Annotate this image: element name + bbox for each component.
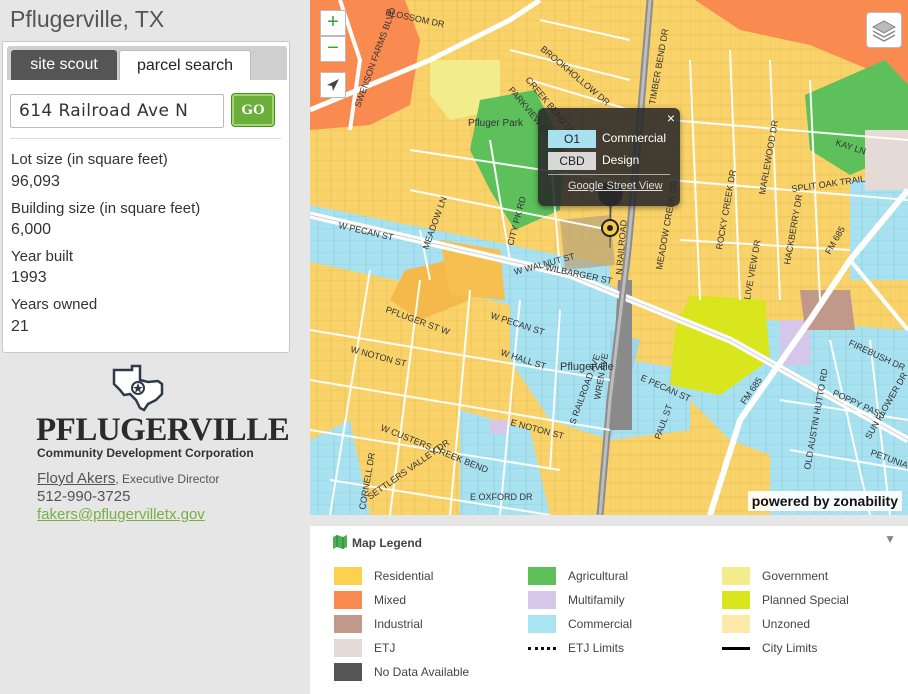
legend-label: Unzoned [762, 617, 811, 631]
legend-label: Planned Special [762, 593, 849, 607]
navigation-arrow-icon [327, 79, 339, 91]
legend-label: Government [762, 569, 829, 583]
map-canvas: Pfluger Park Pflugerville W PECAN ST W P… [310, 0, 908, 515]
divider [548, 174, 670, 175]
years-owned-label: Years owned [11, 296, 98, 313]
divider [10, 138, 281, 139]
tab-site-scout[interactable]: site scout [11, 50, 117, 80]
tab-bar: site scout parcel search [7, 46, 287, 80]
zone-name: Commercial [602, 131, 667, 145]
legend-swatch [722, 591, 750, 609]
contact-line: Floyd Akers, Executive Director [37, 470, 220, 487]
legend-label: Commercial [568, 617, 633, 631]
legend-label: Mixed [374, 593, 407, 607]
building-size-label: Building size (in square feet) [11, 200, 201, 217]
legend-label: Industrial [374, 617, 423, 631]
lot-size-value: 96,093 [11, 173, 60, 190]
legend-swatch [528, 647, 556, 650]
contact-phone: 512-990-3725 [37, 488, 131, 505]
org-logo-text: PFLUGERVILLE [36, 412, 290, 448]
layers-icon [871, 20, 897, 42]
locate-button[interactable] [320, 72, 346, 98]
powered-by-text[interactable]: powered by zonability [747, 491, 902, 511]
legend-swatch [528, 567, 556, 585]
contact-name[interactable]: Floyd Akers [37, 470, 115, 487]
legend-title: Map Legend [352, 536, 423, 550]
map-icon [333, 535, 347, 549]
legend-swatch [334, 567, 362, 585]
map-label-pfluger-park: Pfluger Park [468, 118, 524, 129]
building-size-value: 6,000 [11, 221, 52, 238]
legend-label: ETJ [374, 641, 396, 655]
legend-swatch [334, 615, 362, 633]
lot-size-label: Lot size (in square feet) [11, 151, 168, 168]
legend-swatch [722, 567, 750, 585]
legend-label: Residential [374, 569, 434, 583]
legend-label: Multifamily [568, 593, 625, 607]
year-built-label: Year built [11, 248, 73, 265]
zone-name: Design [602, 153, 640, 167]
legend-swatch [722, 615, 750, 633]
legend-label: ETJ Limits [568, 641, 625, 655]
org-subtitle: Community Development Corporation [37, 446, 254, 460]
legend-swatch [528, 615, 556, 633]
zoning-map[interactable]: Pfluger Park Pflugerville W PECAN ST W P… [310, 0, 908, 515]
street-view-link[interactable]: Google Street View [568, 180, 663, 192]
legend-swatch [528, 591, 556, 609]
go-button[interactable]: GO [232, 94, 274, 126]
zoom-out-button[interactable]: − [320, 36, 346, 62]
search-panel: site scout parcel search GO Lot size (in… [2, 41, 290, 353]
map-label-e-oxford: E OXFORD DR [470, 492, 533, 502]
legend-swatch [334, 663, 362, 681]
zone-code-badge: O1 [548, 130, 596, 148]
legend-swatch [334, 591, 362, 609]
contact-role: Executive Director [122, 472, 220, 486]
year-built-value: 1993 [11, 269, 47, 286]
texas-logo-icon [112, 364, 164, 412]
collapse-caret-icon[interactable]: ▼ [884, 532, 896, 546]
map-legend: Map Legend ▼ Residential Agricultural Gove… [310, 526, 908, 694]
zone-popup: × O1 Commercial CBD Design Google Street… [538, 108, 680, 206]
legend-label: City Limits [762, 641, 818, 655]
contact-email-link[interactable]: fakers@pflugervilletx.gov [37, 506, 205, 523]
zone-code-badge: CBD [548, 152, 596, 170]
legend-label: No Data Available [374, 665, 470, 679]
legend-label: Agricultural [568, 569, 629, 583]
tab-parcel-search[interactable]: parcel search [119, 50, 251, 80]
zoom-in-button[interactable]: + [320, 10, 346, 36]
legend-swatch [722, 647, 750, 650]
address-search-input[interactable] [10, 94, 224, 128]
page-title: Pflugerville, TX [10, 6, 165, 32]
layers-button[interactable] [866, 12, 902, 48]
close-icon[interactable]: × [667, 110, 675, 126]
legend-swatch [334, 639, 362, 657]
years-owned-value: 21 [11, 318, 29, 335]
